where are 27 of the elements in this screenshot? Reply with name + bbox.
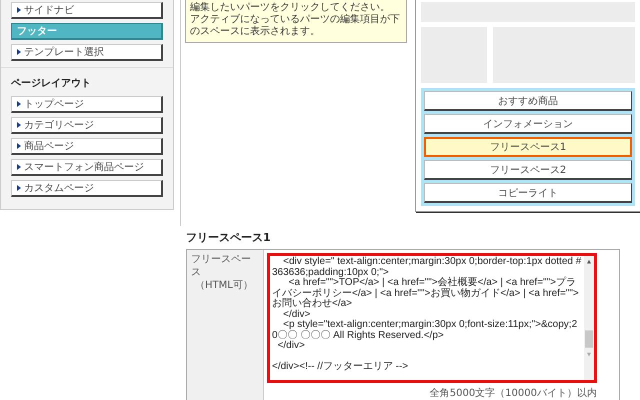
sidebar-item[interactable]: カスタムページ [11,180,163,197]
triangle-icon [17,49,21,55]
triangle-icon [17,143,21,149]
section-heading: ページレイアウト [11,77,92,90]
triangle-icon [17,7,21,13]
field-label: フリースペース [191,253,252,279]
sidebar-item[interactable]: 商品ページ [11,138,163,155]
sidebar-item[interactable]: スマートフォン商品ページ [11,159,163,176]
section-title: フリースペース1 [186,230,272,245]
footer-part[interactable]: インフォメーション [424,114,632,134]
footer-part[interactable]: フリースペース1 [424,137,632,157]
footer-part[interactable]: フリースペース2 [424,160,632,180]
sidebar-item[interactable]: テンプレート選択 [11,44,163,61]
sidebar-item[interactable]: カテゴリページ [11,117,163,134]
notice-text: アクティブになっているパーツの編集項目が下のスペースに表示されます。 [190,14,401,38]
scrollbar[interactable] [584,256,594,380]
triangle-icon [17,185,21,191]
footer-part[interactable]: コピーライト [424,183,632,203]
notice-text: 編集したいパーツをクリックしてください。 [190,2,391,14]
field-sublabel: （HTML可） [194,279,254,292]
triangle-icon [17,164,21,170]
triangle-icon [17,122,21,128]
footer-part[interactable]: おすすめ商品 [424,91,632,111]
sidebar-item[interactable]: サイドナビ [11,2,163,19]
triangle-icon [17,101,21,107]
character-limit-note: 全角5000文字（10000バイト）以内 [430,386,597,400]
sidebar-item[interactable]: トップページ [11,96,163,113]
